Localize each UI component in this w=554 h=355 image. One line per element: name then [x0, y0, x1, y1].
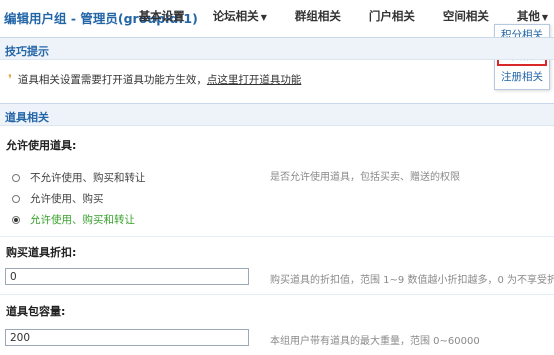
- menu-item-register[interactable]: 注册相关: [495, 67, 549, 87]
- allow-magic-hint: 是否允许使用道具，包括买卖、赠送的权限: [270, 172, 460, 183]
- nav-portal[interactable]: 门户相关: [355, 8, 415, 24]
- nav-label: 论坛相关: [212, 9, 259, 23]
- capacity-label: 道具包容量:: [6, 305, 66, 318]
- nav-other[interactable]: 其他 ▼: [503, 8, 548, 24]
- radio-button[interactable]: [12, 173, 20, 182]
- tips-header: 技巧提示: [0, 37, 554, 60]
- nav-label: 群组相关: [294, 9, 341, 23]
- radio-button[interactable]: [12, 194, 20, 203]
- divider: [0, 294, 554, 295]
- tip-line: ❜ 道具相关设置需要打开道具功能方生效，点这里打开道具功能: [8, 72, 301, 87]
- chevron-down-icon: ▼: [541, 13, 548, 22]
- section-header: 道具相关: [0, 103, 554, 126]
- discount-label: 购买道具折扣:: [6, 246, 77, 259]
- nav-label: 其他: [516, 9, 540, 23]
- radio-label: 允许使用、购买: [30, 193, 104, 205]
- capacity-hint: 本组用户带有道具的最大重量，范围 0~60000: [270, 336, 480, 347]
- nav-basic-settings[interactable]: 基本设置: [125, 8, 185, 24]
- enable-magic-link[interactable]: 点这里打开道具功能: [207, 74, 302, 86]
- radio-option-disallow[interactable]: 不允许使用、购买和转让: [12, 170, 146, 185]
- radio-label: 允许使用、购买和转让: [30, 214, 135, 226]
- discount-input[interactable]: [5, 268, 249, 285]
- nav-forum[interactable]: 论坛相关 ▼: [199, 8, 267, 24]
- nav-label: 空间相关: [442, 9, 489, 23]
- chevron-down-icon: ▼: [260, 13, 267, 22]
- divider: [0, 236, 554, 237]
- radio-button[interactable]: [12, 215, 20, 224]
- tips-heading: 技巧提示: [5, 45, 49, 58]
- nav-space[interactable]: 空间相关: [429, 8, 489, 24]
- section-heading: 道具相关: [5, 111, 49, 124]
- capacity-input[interactable]: [5, 329, 249, 346]
- allow-magic-label: 允许使用道具:: [6, 139, 77, 152]
- discount-hint: 购买道具的折扣值，范围 1~9 数值越小折扣越多，0 为不享受折: [270, 275, 554, 286]
- radio-label: 不允许使用、购买和转让: [30, 172, 146, 184]
- radio-option-use-buy-transfer[interactable]: 允许使用、购买和转让: [12, 212, 135, 227]
- radio-option-use-buy[interactable]: 允许使用、购买: [12, 191, 104, 206]
- tip-text: 道具相关设置需要打开道具功能方生效，: [17, 74, 207, 86]
- top-nav: 基本设置 论坛相关 ▼ 群组相关 门户相关 空间相关 其他 ▼: [111, 8, 548, 24]
- lightbulb-icon: ❜: [8, 72, 12, 86]
- nav-group[interactable]: 群组相关: [281, 8, 341, 24]
- nav-label: 门户相关: [368, 9, 415, 23]
- nav-label: 基本设置: [138, 9, 185, 23]
